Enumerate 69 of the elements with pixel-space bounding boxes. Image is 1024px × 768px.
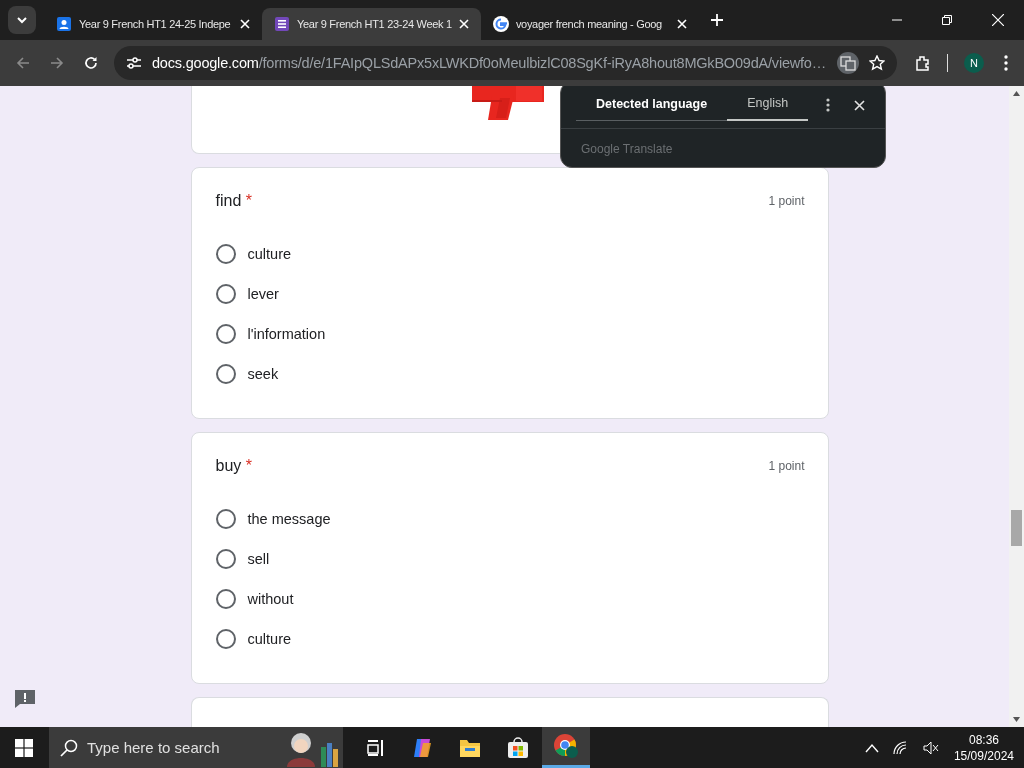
taskbar-search-field[interactable]: Type here to search bbox=[49, 727, 343, 768]
folder-icon[interactable] bbox=[459, 737, 481, 758]
chevron-down-icon bbox=[16, 14, 28, 26]
restore-icon[interactable] bbox=[942, 15, 952, 25]
site-settings-icon[interactable] bbox=[126, 56, 142, 70]
scroll-thumb[interactable] bbox=[1011, 510, 1022, 546]
radio-button[interactable] bbox=[215, 364, 236, 384]
browser-tab[interactable]: voyager french meaning - Goog bbox=[480, 8, 699, 40]
chevron-up-icon[interactable] bbox=[864, 742, 879, 753]
radio-button[interactable] bbox=[215, 629, 236, 649]
chrome-icon bbox=[553, 733, 579, 759]
tab-search-button[interactable] bbox=[8, 6, 36, 34]
extensions-icon[interactable] bbox=[915, 55, 931, 71]
radio-button[interactable] bbox=[215, 244, 236, 264]
menu-icon[interactable] bbox=[1004, 55, 1008, 71]
feedback-icon[interactable] bbox=[14, 689, 36, 709]
close-icon[interactable] bbox=[854, 99, 866, 111]
google-translate-label: Google Translate bbox=[581, 142, 673, 156]
windows-start-icon[interactable] bbox=[15, 738, 33, 757]
radio-button[interactable] bbox=[215, 284, 236, 304]
task-view-icon[interactable] bbox=[367, 738, 385, 757]
option-label: culture bbox=[247, 246, 292, 262]
option-label: sell bbox=[247, 551, 270, 567]
close-window-icon[interactable] bbox=[992, 14, 1004, 26]
option-label: without bbox=[247, 591, 294, 607]
speaker-muted-icon[interactable] bbox=[922, 740, 939, 755]
search-icon bbox=[60, 738, 78, 757]
address-bar[interactable]: docs.google.com/forms/d/e/1FAIpQLSdAPx5xLWKDf0oMeulbizlC08SgKf-iRyA8hout8MGkBO09dA/viewfo… bbox=[114, 46, 897, 80]
tab-title: Year 9 French HT1 23-24 Week 1 bbox=[297, 18, 452, 30]
option-label: culture bbox=[247, 631, 292, 647]
browser-tab[interactable]: Year 9 French HT1 24-25 Indepe bbox=[44, 8, 262, 40]
store-icon[interactable] bbox=[507, 736, 529, 759]
radio-button[interactable] bbox=[215, 324, 236, 344]
translate-icon[interactable] bbox=[837, 52, 859, 74]
clock-time[interactable]: 08:36 bbox=[968, 731, 999, 748]
bookmark-star-icon[interactable] bbox=[869, 55, 885, 71]
wifi-icon[interactable] bbox=[892, 740, 909, 755]
radio-button[interactable] bbox=[215, 509, 236, 529]
tab-title: Year 9 French HT1 24-25 Indepe bbox=[79, 18, 232, 30]
radio-button[interactable] bbox=[215, 589, 236, 609]
more-options-icon[interactable] bbox=[826, 98, 831, 112]
back-icon[interactable] bbox=[16, 56, 30, 70]
language-tab[interactable]: Detected language bbox=[576, 87, 728, 121]
question-title: find * bbox=[215, 192, 252, 210]
google-icon bbox=[492, 16, 509, 32]
option-label: seek bbox=[247, 366, 279, 382]
option-label: lever bbox=[247, 286, 279, 302]
forward-icon[interactable] bbox=[50, 56, 64, 70]
option-label: l'information bbox=[247, 326, 326, 342]
reload-icon[interactable] bbox=[84, 56, 98, 70]
clock-date[interactable]: 15/09/2024 bbox=[953, 747, 1014, 764]
person-icon bbox=[56, 16, 72, 32]
url-text: docs.google.com/forms/d/e/1FAIpQLSdAPx5xLWKDf0oMeulbizlC08SgKf-iRyA8hout8MGkBO09dA/viewfo… bbox=[152, 55, 827, 71]
radio-button[interactable] bbox=[215, 549, 236, 569]
tab-title: voyager french meaning - Goog bbox=[515, 18, 663, 30]
scroll-up-icon[interactable] bbox=[1013, 91, 1020, 96]
language-tab[interactable]: English bbox=[727, 87, 809, 121]
scrollbar[interactable] bbox=[1009, 86, 1024, 727]
new-tab-icon[interactable] bbox=[710, 14, 723, 26]
browser-tab[interactable]: Year 9 French HT1 23-24 Week 1 bbox=[262, 8, 481, 40]
copilot-icon[interactable] bbox=[411, 736, 433, 759]
points-label: 1 point bbox=[768, 459, 805, 473]
scroll-down-icon[interactable] bbox=[1013, 717, 1020, 722]
chrome-taskbar-button[interactable] bbox=[542, 727, 590, 768]
question-title: buy * bbox=[215, 457, 252, 475]
profile-avatar[interactable]: N bbox=[964, 53, 984, 73]
option-label: the message bbox=[247, 511, 331, 527]
form-icon bbox=[274, 16, 290, 32]
points-label: 1 point bbox=[768, 194, 805, 208]
